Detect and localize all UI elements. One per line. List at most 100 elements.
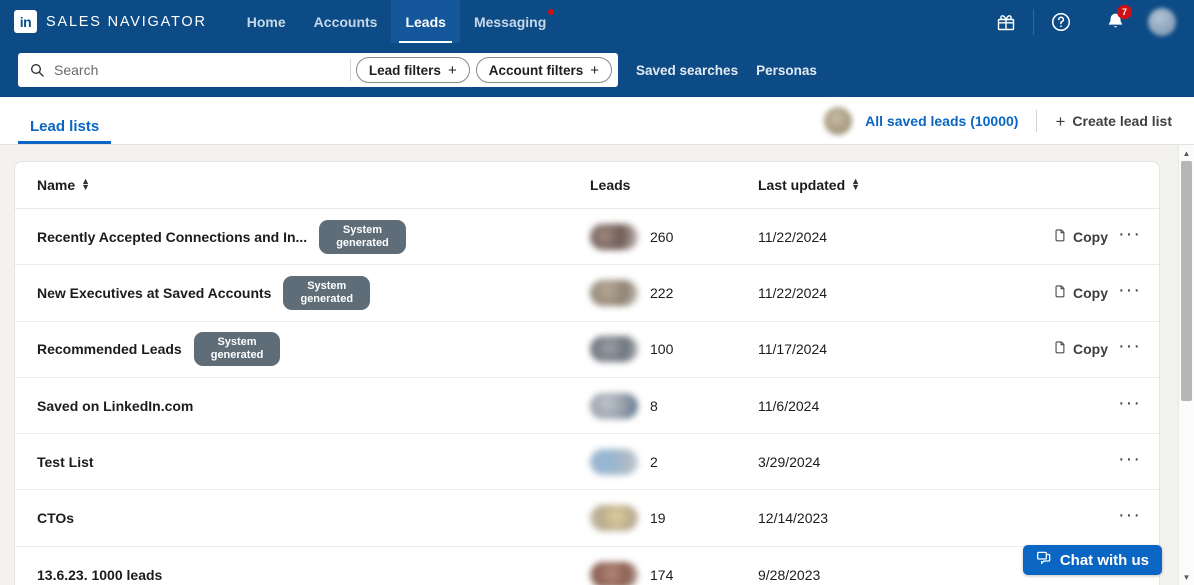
column-header-leads-label: Leads bbox=[590, 177, 631, 193]
row-overflow-menu-button[interactable]: ··· bbox=[1118, 336, 1141, 357]
nav-item-accounts[interactable]: Accounts bbox=[300, 0, 392, 43]
nav-item-messaging-label: Messaging bbox=[473, 13, 547, 30]
chat-with-us-label: Chat with us bbox=[1059, 551, 1149, 569]
search-container: Lead filters + Account filters + bbox=[18, 53, 618, 87]
lead-filters-label: Lead filters bbox=[368, 62, 441, 78]
copy-button-label: Copy bbox=[1073, 228, 1109, 245]
row-overflow-menu-button[interactable]: ··· bbox=[1118, 280, 1141, 301]
lead-count-value: 222 bbox=[650, 284, 674, 301]
copy-button[interactable]: Copy bbox=[1052, 228, 1108, 246]
tab-lead-lists[interactable]: Lead lists bbox=[18, 118, 112, 144]
copy-button-label: Copy bbox=[1073, 341, 1109, 358]
lead-list-name-link[interactable]: Recently Accepted Connections and In... bbox=[37, 229, 307, 245]
cell-list-name: Test List bbox=[15, 454, 590, 470]
search-bar-row: Lead filters + Account filters + Saved s… bbox=[0, 43, 1194, 97]
top-navigation-bar: in SALES NAVIGATOR Home Accounts Leads M… bbox=[0, 0, 1194, 43]
account-filters-button[interactable]: Account filters + bbox=[475, 57, 612, 83]
system-generated-badge: System generated bbox=[319, 219, 406, 254]
account-filters-plus-icon: + bbox=[590, 61, 599, 79]
chat-with-us-button[interactable]: Chat with us bbox=[1022, 545, 1162, 575]
cell-actions: Copy ··· bbox=[1009, 336, 1159, 358]
notification-badge: 7 bbox=[1117, 5, 1132, 19]
lead-count-value: 19 bbox=[650, 510, 666, 527]
row-overflow-menu-button[interactable]: ··· bbox=[1118, 505, 1141, 526]
create-lead-list-button[interactable]: + Create lead list bbox=[1055, 113, 1172, 130]
scroll-down-arrow-icon[interactable]: ▼ bbox=[1179, 569, 1194, 585]
create-lead-list-label: Create lead list bbox=[1072, 113, 1172, 129]
copy-button[interactable]: Copy bbox=[1052, 284, 1108, 302]
lead-list-name-link[interactable]: New Executives at Saved Accounts bbox=[37, 285, 271, 301]
copy-icon bbox=[1052, 284, 1067, 302]
badge-line-1: System bbox=[307, 279, 347, 292]
cell-leads: 222 bbox=[590, 279, 758, 306]
lead-avatars-stack bbox=[590, 279, 638, 306]
lead-list-name-link[interactable]: Saved on LinkedIn.com bbox=[37, 398, 193, 414]
brand-title: SALES NAVIGATOR bbox=[46, 13, 207, 30]
cell-leads: 8 bbox=[590, 392, 758, 419]
table-row[interactable]: 13.6.23. 1000 leads1749/28/2023··· bbox=[15, 547, 1159, 585]
row-overflow-menu-button[interactable]: ··· bbox=[1118, 224, 1141, 245]
bell-icon[interactable]: 7 bbox=[1088, 0, 1142, 43]
system-generated-badge: System generated bbox=[193, 332, 281, 367]
sort-arrows-icon[interactable]: ▲ ▼ bbox=[81, 177, 90, 191]
all-saved-leads-link[interactable]: All saved leads (10000) bbox=[865, 113, 1018, 129]
copy-icon bbox=[1052, 340, 1067, 358]
nav-item-accounts-label: Accounts bbox=[313, 13, 378, 30]
nav-item-leads[interactable]: Leads bbox=[391, 0, 460, 43]
lead-count-value: 8 bbox=[650, 397, 658, 414]
table-row[interactable]: Recommended Leads System generated 100 11/17… bbox=[15, 322, 1159, 378]
saved-searches-link[interactable]: Saved searches bbox=[636, 63, 738, 78]
lead-count-value: 260 bbox=[650, 228, 674, 245]
cell-actions: Copy ··· bbox=[1009, 280, 1159, 302]
badge-line-1: System bbox=[342, 223, 383, 236]
lead-avatars-stack bbox=[590, 336, 638, 363]
cell-list-name: Recently Accepted Connections and In... S… bbox=[15, 219, 590, 254]
search-row-links: Saved searches Personas bbox=[636, 63, 817, 78]
sort-arrows-icon[interactable]: ▲ ▼ bbox=[851, 177, 860, 191]
lead-count-value: 174 bbox=[650, 566, 674, 583]
table-row[interactable]: Recently Accepted Connections and In... S… bbox=[15, 209, 1159, 266]
scrollbar-thumb[interactable] bbox=[1181, 161, 1192, 401]
lead-lists-table-card: Name ▲ ▼ Leads Last updated ▲ ▼ Recently A… bbox=[14, 161, 1160, 585]
cell-last-updated: 3/29/2024 bbox=[758, 453, 821, 470]
lead-list-name-link[interactable]: CTOs bbox=[37, 510, 74, 526]
row-overflow-menu-button[interactable]: ··· bbox=[1118, 393, 1141, 414]
cell-leads: 260 bbox=[590, 223, 758, 250]
copy-button[interactable]: Copy bbox=[1052, 340, 1108, 358]
cell-leads: 100 bbox=[590, 336, 758, 363]
table-row[interactable]: Saved on LinkedIn.com 8 11/6/2024 ··· bbox=[15, 378, 1159, 435]
nav-item-home[interactable]: Home bbox=[233, 0, 300, 43]
column-header-last-updated[interactable]: Last updated ▲ ▼ bbox=[758, 177, 1159, 193]
cell-list-name: Recommended Leads System generated bbox=[15, 332, 590, 367]
sub-header: Lead lists All saved leads (10000) + Cre… bbox=[0, 97, 1194, 145]
column-header-last-updated-label: Last updated bbox=[758, 177, 846, 193]
row-overflow-menu-button[interactable]: ··· bbox=[1118, 449, 1141, 470]
main-content: Name ▲ ▼ Leads Last updated ▲ ▼ Recently A… bbox=[0, 145, 1194, 585]
user-avatar[interactable] bbox=[1148, 7, 1176, 36]
table-row[interactable]: Test List 2 3/29/2024 ··· bbox=[15, 434, 1159, 491]
table-row[interactable]: CTOs 19 12/14/2023 ··· bbox=[15, 490, 1159, 547]
scroll-up-arrow-icon[interactable]: ▲ bbox=[1179, 145, 1194, 161]
column-header-name[interactable]: Name ▲ ▼ bbox=[15, 177, 590, 193]
lead-list-name-link[interactable]: 13.6.23. 1000 leads bbox=[37, 567, 162, 583]
cell-actions: ··· bbox=[1009, 393, 1159, 414]
lead-filters-button[interactable]: Lead filters + bbox=[355, 57, 470, 83]
lead-avatars-stack bbox=[590, 392, 638, 419]
lead-filters-plus-icon: + bbox=[447, 61, 457, 79]
nav-item-messaging[interactable]: Messaging bbox=[460, 0, 560, 43]
brand-logo-area[interactable]: in SALES NAVIGATOR bbox=[0, 10, 207, 33]
nav-item-leads-label: Leads bbox=[405, 13, 446, 30]
page-scrollbar[interactable]: ▲ ▼ bbox=[1178, 145, 1194, 585]
search-input[interactable] bbox=[45, 62, 345, 78]
lead-list-name-link[interactable]: Test List bbox=[37, 454, 94, 470]
personas-link[interactable]: Personas bbox=[756, 63, 817, 78]
saved-leads-avatar bbox=[824, 107, 853, 135]
badge-line-2: generated bbox=[336, 236, 389, 249]
create-plus-icon: + bbox=[1055, 111, 1066, 131]
help-icon[interactable] bbox=[1034, 0, 1088, 43]
cell-leads: 2 bbox=[590, 448, 758, 475]
column-header-name-label: Name bbox=[37, 177, 76, 193]
table-row[interactable]: New Executives at Saved Accounts System ge… bbox=[15, 265, 1159, 322]
gift-icon[interactable] bbox=[979, 0, 1033, 43]
lead-list-name-link[interactable]: Recommended Leads bbox=[37, 341, 182, 357]
